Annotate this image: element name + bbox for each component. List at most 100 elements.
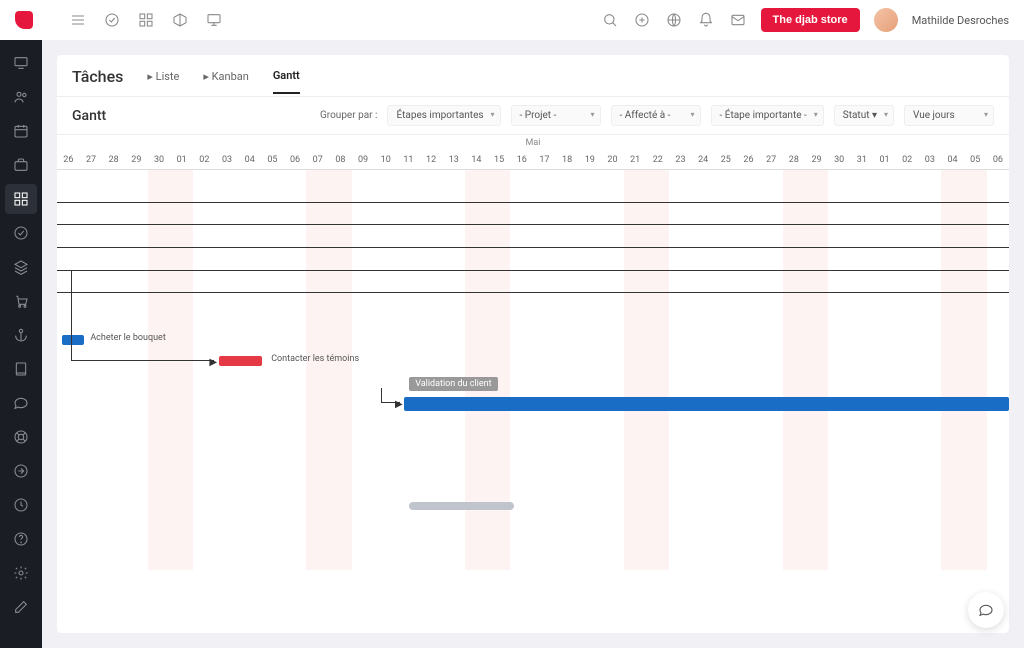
timeline-col bbox=[624, 170, 647, 570]
side-monitor-icon[interactable] bbox=[5, 48, 37, 78]
timeline-col bbox=[964, 170, 987, 570]
side-edit-icon[interactable] bbox=[5, 592, 37, 622]
timeline-col bbox=[329, 170, 352, 570]
side-grid-icon[interactable] bbox=[5, 184, 37, 214]
check-circle-icon[interactable] bbox=[103, 11, 121, 29]
task-label-bouquet: Acheter le bouquet bbox=[90, 333, 165, 343]
timeline-col bbox=[737, 170, 760, 570]
day-cell: 29 bbox=[125, 151, 148, 169]
side-briefcase-icon[interactable] bbox=[5, 150, 37, 180]
grid-icon[interactable] bbox=[137, 11, 155, 29]
timeline-col bbox=[760, 170, 783, 570]
day-cell: 15 bbox=[488, 151, 511, 169]
side-users-icon[interactable] bbox=[5, 82, 37, 112]
day-cell: 29 bbox=[805, 151, 828, 169]
timeline-col bbox=[125, 170, 148, 570]
side-check-icon[interactable] bbox=[5, 218, 37, 248]
side-layers-icon[interactable] bbox=[5, 252, 37, 282]
dd-status[interactable]: Statut ▾ bbox=[834, 105, 894, 126]
day-cell: 12 bbox=[420, 151, 443, 169]
milestone-validation[interactable]: Validation du client bbox=[409, 377, 497, 391]
day-cell: 18 bbox=[556, 151, 579, 169]
tab-liste[interactable]: ▸ Liste bbox=[147, 70, 179, 93]
day-cell: 31 bbox=[851, 151, 874, 169]
day-cell: 07 bbox=[306, 151, 329, 169]
task-label-temoins: Contacter les témoins bbox=[271, 354, 359, 364]
timeline-col bbox=[420, 170, 443, 570]
side-anchor-icon[interactable] bbox=[5, 320, 37, 350]
side-lifebuoy-icon[interactable] bbox=[5, 422, 37, 452]
day-cell: 16 bbox=[510, 151, 533, 169]
row-line bbox=[57, 292, 1009, 293]
timeline-col bbox=[646, 170, 669, 570]
globe-icon[interactable] bbox=[665, 11, 683, 29]
tab-gantt[interactable]: Gantt bbox=[273, 69, 300, 94]
chat-fab[interactable] bbox=[968, 592, 1004, 628]
timeline-col bbox=[805, 170, 828, 570]
app-logo[interactable] bbox=[15, 11, 33, 29]
main: Tâches ▸ Liste ▸ Kanban Gantt Gantt Grou… bbox=[42, 40, 1024, 648]
timeline-col bbox=[488, 170, 511, 570]
dd-milestone[interactable]: - Étape importante - bbox=[711, 105, 824, 126]
sidebar bbox=[0, 40, 42, 648]
chart-body[interactable]: Acheter le bouquet ▶ Contacter les témoi… bbox=[57, 170, 1009, 570]
side-clock-icon[interactable] bbox=[5, 490, 37, 520]
timeline-col bbox=[714, 170, 737, 570]
arrow-icon: ▶ bbox=[209, 357, 217, 368]
scrollbar-thumb[interactable] bbox=[409, 502, 514, 510]
search-icon[interactable] bbox=[601, 11, 619, 29]
avatar[interactable] bbox=[874, 8, 898, 32]
timeline-columns bbox=[57, 170, 1009, 570]
task-bar-long[interactable] bbox=[404, 397, 1009, 411]
side-book-icon[interactable] bbox=[5, 354, 37, 384]
day-cell: 06 bbox=[284, 151, 307, 169]
timeline-col bbox=[442, 170, 465, 570]
side-gear-icon[interactable] bbox=[5, 558, 37, 588]
side-cart-icon[interactable] bbox=[5, 286, 37, 316]
tab-kanban[interactable]: ▸ Kanban bbox=[203, 70, 248, 93]
dd-view[interactable]: Vue jours bbox=[904, 105, 994, 126]
timeline-col bbox=[987, 170, 1009, 570]
timeline-col bbox=[261, 170, 284, 570]
group-by-label: Grouper par : bbox=[320, 110, 377, 121]
monitor-icon[interactable] bbox=[205, 11, 223, 29]
timeline-col bbox=[57, 170, 80, 570]
menu-icon[interactable] bbox=[69, 11, 87, 29]
task-bar-bouquet[interactable] bbox=[62, 335, 84, 345]
row-line bbox=[57, 224, 1009, 225]
side-chat-icon[interactable] bbox=[5, 388, 37, 418]
timeline-col bbox=[510, 170, 533, 570]
day-cell: 25 bbox=[714, 151, 737, 169]
side-help-icon[interactable] bbox=[5, 524, 37, 554]
day-cell: 14 bbox=[465, 151, 488, 169]
mail-icon[interactable] bbox=[729, 11, 747, 29]
dd-milestones[interactable]: Étapes importantes bbox=[387, 105, 500, 126]
side-login-icon[interactable] bbox=[5, 456, 37, 486]
day-cell: 03 bbox=[216, 151, 239, 169]
timeline-col bbox=[102, 170, 125, 570]
day-cell: 26 bbox=[57, 151, 80, 169]
side-calendar-icon[interactable] bbox=[5, 116, 37, 146]
timeline-col bbox=[896, 170, 919, 570]
row-line bbox=[57, 247, 1009, 248]
bell-icon[interactable] bbox=[697, 11, 715, 29]
day-cell: 08 bbox=[329, 151, 352, 169]
row-line bbox=[57, 270, 1009, 271]
task-bar-temoins[interactable] bbox=[219, 356, 262, 366]
timeline-col bbox=[306, 170, 329, 570]
tabs-row: Tâches ▸ Liste ▸ Kanban Gantt bbox=[57, 55, 1009, 97]
username-label: Mathilde Desroches bbox=[912, 14, 1009, 27]
timeline-col bbox=[941, 170, 964, 570]
day-cell: 17 bbox=[533, 151, 556, 169]
month-header: Mai bbox=[57, 135, 1009, 151]
connector-vertical bbox=[381, 388, 382, 402]
dd-project[interactable]: - Projet - bbox=[511, 105, 601, 126]
row-line bbox=[57, 202, 1009, 203]
arrow-icon: ▶ bbox=[395, 399, 403, 410]
dd-assignee[interactable]: - Affecté à - bbox=[611, 105, 701, 126]
plus-circle-icon[interactable] bbox=[633, 11, 651, 29]
store-button[interactable]: The djab store bbox=[761, 8, 860, 32]
package-icon[interactable] bbox=[171, 11, 189, 29]
gantt-label: Gantt bbox=[72, 108, 106, 124]
day-cell: 28 bbox=[783, 151, 806, 169]
